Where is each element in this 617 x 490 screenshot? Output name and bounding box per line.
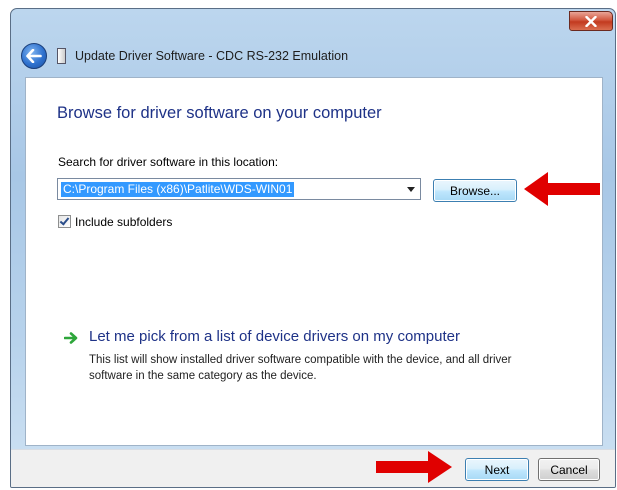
pick-from-list-link[interactable]: Let me pick from a list of device driver… bbox=[89, 328, 460, 345]
content-panel: Browse for driver software on your compu… bbox=[25, 77, 603, 446]
pick-from-list-description: This list will show installed driver sof… bbox=[89, 354, 512, 382]
green-arrow-icon bbox=[64, 332, 78, 344]
device-icon bbox=[57, 48, 66, 64]
next-button[interactable]: Next bbox=[465, 458, 529, 481]
back-button[interactable] bbox=[21, 43, 47, 69]
chevron-down-icon[interactable] bbox=[407, 187, 415, 192]
cancel-button[interactable]: Cancel bbox=[538, 458, 600, 481]
red-arrow-icon bbox=[376, 451, 452, 483]
close-icon bbox=[585, 15, 597, 27]
include-subfolders-label[interactable]: Include subfolders bbox=[75, 215, 172, 229]
driver-path-value[interactable]: C:\Program Files (x86)\Patlite\WDS-WIN01 bbox=[61, 182, 295, 197]
dialog-window: Update Driver Software - CDC RS-232 Emul… bbox=[10, 8, 616, 488]
page-title: Browse for driver software on your compu… bbox=[57, 104, 382, 122]
driver-path-combobox[interactable]: C:\Program Files (x86)\Patlite\WDS-WIN01 bbox=[57, 178, 421, 200]
red-arrow-icon bbox=[524, 172, 600, 206]
close-button[interactable] bbox=[569, 11, 613, 31]
search-location-label: Search for driver software in this locat… bbox=[58, 155, 279, 169]
browse-button[interactable]: Browse... bbox=[433, 179, 517, 202]
include-subfolders-checkbox[interactable] bbox=[58, 215, 71, 228]
window-title: Update Driver Software - CDC RS-232 Emul… bbox=[75, 49, 349, 63]
back-arrow-icon bbox=[26, 49, 42, 63]
title-bar: Update Driver Software - CDC RS-232 Emul… bbox=[11, 39, 615, 75]
button-bar: Next Cancel bbox=[11, 449, 615, 487]
